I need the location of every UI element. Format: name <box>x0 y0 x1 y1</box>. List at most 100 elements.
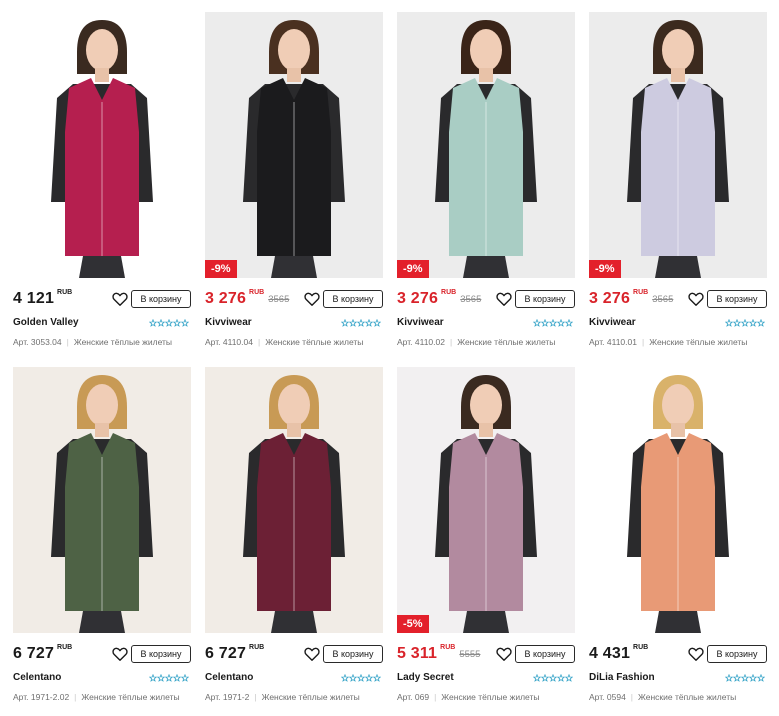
price-row: 3 276 RUB 3565 В корзину <box>589 289 767 309</box>
price: 4 431 <box>589 645 631 662</box>
article-number: Арт. 4110.02 <box>397 337 445 347</box>
price-row: 6 727 RUB В корзину <box>205 644 383 664</box>
article-number: Арт. 4110.04 <box>205 337 253 347</box>
old-price: 5555 <box>459 649 481 660</box>
product-card[interactable]: 6 727 RUB В корзину Celentano Арт. 1971-… <box>13 367 191 702</box>
model-photo <box>397 12 575 278</box>
discount-badge: -9% <box>397 260 429 278</box>
brand-name[interactable]: Kivviwear <box>589 317 636 328</box>
stars-empty-icon[interactable] <box>533 319 573 327</box>
category-link[interactable]: Женские тёплые жилеты <box>649 337 747 347</box>
stars-empty-icon[interactable] <box>533 674 573 682</box>
brand-name[interactable]: Golden Valley <box>13 317 79 328</box>
product-photo[interactable] <box>589 367 767 633</box>
product-photo[interactable]: -9% <box>589 12 767 278</box>
add-to-cart-button[interactable]: В корзину <box>707 290 767 308</box>
heart-icon[interactable] <box>111 290 129 308</box>
product-card[interactable]: 4 431 RUB В корзину DiLia Fashion Арт. 0… <box>589 367 767 702</box>
price: 4 121 <box>13 290 55 307</box>
old-price: 3565 <box>268 294 290 305</box>
meta-divider: | <box>434 692 437 702</box>
brand-name[interactable]: Kivviwear <box>397 317 444 328</box>
product-meta: Арт. 1971-2.02 | Женские тёплые жилеты <box>13 692 203 702</box>
category-link[interactable]: Женские тёплые жилеты <box>638 692 736 702</box>
product-card[interactable]: -9% 3 276 RUB 3565 В корзину Kivviwear А… <box>205 12 383 347</box>
discount-badge: -5% <box>397 615 429 633</box>
heart-icon[interactable] <box>303 645 321 663</box>
product-photo[interactable]: -9% <box>397 12 575 278</box>
category-link[interactable]: Женские тёплые жилеты <box>81 692 179 702</box>
currency-label: RUB <box>633 644 649 651</box>
brand-name[interactable]: Lady Secret <box>397 672 454 683</box>
product-card[interactable]: 6 727 RUB В корзину Celentano Арт. 1971-… <box>205 367 383 702</box>
article-number: Арт. 0594 <box>589 692 626 702</box>
stars-empty-icon[interactable] <box>149 674 189 682</box>
stars-empty-icon[interactable] <box>149 319 189 327</box>
category-link[interactable]: Женские тёплые жилеты <box>441 692 539 702</box>
model-photo <box>205 367 383 633</box>
add-to-cart-button[interactable]: В корзину <box>515 645 575 663</box>
product-photo[interactable]: -5% <box>397 367 575 633</box>
product-photo[interactable] <box>205 367 383 633</box>
article-number: Арт. 1971-2 <box>205 692 250 702</box>
product-meta: Арт. 0594 | Женские тёплые жилеты <box>589 692 779 702</box>
price-row: 3 276 RUB 3565 В корзину <box>205 289 383 309</box>
category-link[interactable]: Женские тёплые жилеты <box>457 337 555 347</box>
brand-name[interactable]: Celentano <box>205 672 253 683</box>
category-link[interactable]: Женские тёплые жилеты <box>265 337 363 347</box>
heart-icon[interactable] <box>111 645 129 663</box>
product-photo[interactable] <box>13 12 191 278</box>
product-card[interactable]: -9% 3 276 RUB 3565 В корзину Kivviwear А… <box>397 12 575 347</box>
category-link[interactable]: Женские тёплые жилеты <box>74 337 172 347</box>
add-to-cart-button[interactable]: В корзину <box>131 290 191 308</box>
heart-icon[interactable] <box>303 290 321 308</box>
category-link[interactable]: Женские тёплые жилеты <box>262 692 360 702</box>
meta-divider: | <box>66 337 69 347</box>
product-meta: Арт. 069 | Женские тёплые жилеты <box>397 692 587 702</box>
product-photo[interactable]: -9% <box>205 12 383 278</box>
product-meta: Арт. 4110.01 | Женские тёплые жилеты <box>589 337 779 347</box>
meta-divider: | <box>449 337 453 347</box>
heart-icon[interactable] <box>687 645 705 663</box>
meta-divider: | <box>641 337 645 347</box>
currency-label: RUB <box>249 644 265 651</box>
add-to-cart-button[interactable]: В корзину <box>131 645 191 663</box>
currency-label: RUB <box>249 289 265 296</box>
price: 3 276 <box>397 290 439 307</box>
meta-divider: | <box>630 692 634 702</box>
add-to-cart-button[interactable]: В корзину <box>323 290 383 308</box>
stars-empty-icon[interactable] <box>341 674 381 682</box>
stars-empty-icon[interactable] <box>725 319 765 327</box>
price-row: 4 121 RUB В корзину <box>13 289 191 309</box>
model-photo <box>397 367 575 633</box>
product-card[interactable]: -5% 5 311 RUB 5555 В корзину Lady Secret… <box>397 367 575 702</box>
product-meta: Арт. 4110.04 | Женские тёплые жилеты <box>205 337 395 347</box>
price: 6 727 <box>13 645 55 662</box>
stars-empty-icon[interactable] <box>341 319 381 327</box>
brand-name[interactable]: DiLia Fashion <box>589 672 655 683</box>
add-to-cart-button[interactable]: В корзину <box>323 645 383 663</box>
stars-empty-icon[interactable] <box>725 674 765 682</box>
heart-icon[interactable] <box>495 290 513 308</box>
model-photo <box>13 367 191 633</box>
meta-divider: | <box>257 337 261 347</box>
add-to-cart-button[interactable]: В корзину <box>707 645 767 663</box>
price-row: 5 311 RUB 5555 В корзину <box>397 644 575 664</box>
price-row: 4 431 RUB В корзину <box>589 644 767 664</box>
heart-icon[interactable] <box>687 290 705 308</box>
product-card[interactable]: -9% 3 276 RUB 3565 В корзину Kivviwear А… <box>589 12 767 347</box>
discount-badge: -9% <box>589 260 621 278</box>
model-photo <box>589 12 767 278</box>
brand-name[interactable]: Kivviwear <box>205 317 252 328</box>
product-card[interactable]: 4 121 RUB В корзину Golden Valley Арт. 3… <box>13 12 191 347</box>
article-number: Арт. 069 <box>397 692 430 702</box>
model-photo <box>13 12 191 278</box>
heart-icon[interactable] <box>495 645 513 663</box>
add-to-cart-button[interactable]: В корзину <box>515 290 575 308</box>
product-meta: Арт. 3053.04 | Женские тёплые жилеты <box>13 337 203 347</box>
brand-name[interactable]: Celentano <box>13 672 61 683</box>
currency-label: RUB <box>633 289 649 296</box>
product-meta: Арт. 4110.02 | Женские тёплые жилеты <box>397 337 587 347</box>
product-photo[interactable] <box>13 367 191 633</box>
article-number: Арт. 3053.04 <box>13 337 62 347</box>
